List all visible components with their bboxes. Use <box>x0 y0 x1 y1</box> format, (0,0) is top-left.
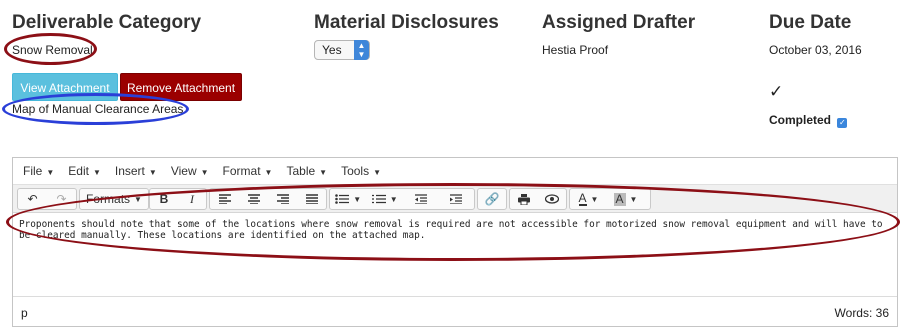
preview-eye-icon[interactable] <box>538 189 566 209</box>
text-color-icon[interactable]: A ▼ <box>570 189 607 209</box>
completed-row: Completed ✓ <box>769 113 848 128</box>
chevron-down-icon: ▼ <box>373 168 382 177</box>
link-icon[interactable]: 🔗 <box>478 189 506 209</box>
remove-attachment-button[interactable]: Remove Attachment <box>120 73 242 101</box>
indent-icon[interactable] <box>439 189 475 209</box>
completed-checkbox[interactable]: ✓ <box>837 118 848 128</box>
alignment-group <box>209 188 327 210</box>
chevron-down-icon: ▼ <box>264 168 273 177</box>
align-left-icon[interactable] <box>210 189 239 209</box>
chevron-down-icon: ▼ <box>148 168 157 177</box>
select-arrows-icon: ▲ ▼ <box>354 40 369 60</box>
history-group: ↶ ↷ <box>17 188 77 210</box>
attachment-name[interactable]: Map of Manual Clearance Areas <box>12 102 183 116</box>
print-icon[interactable] <box>510 189 538 209</box>
editor-toolbar: ↶ ↷ Formats ▼ B I ▼ ▼ 🔗 A ▼ A ▼ <box>13 185 897 213</box>
material-disclosures-selected: Yes <box>322 43 342 57</box>
due-date-heading: Due Date <box>769 12 852 33</box>
background-color-icon[interactable]: A ▼ <box>607 189 644 209</box>
menu-table[interactable]: Table ▼ <box>286 164 327 178</box>
menu-edit[interactable]: Edit ▼ <box>68 164 101 178</box>
menu-view[interactable]: View ▼ <box>171 164 209 178</box>
menu-insert[interactable]: Insert ▼ <box>115 164 157 178</box>
due-date-value: October 03, 2016 <box>769 43 862 57</box>
menu-file[interactable]: File ▼ <box>23 164 54 178</box>
undo-icon[interactable]: ↶ <box>18 189 47 209</box>
checkmark-icon: ✓ <box>769 82 784 101</box>
align-right-icon[interactable] <box>268 189 297 209</box>
editor-menubar: File ▼ Edit ▼ Insert ▼ View ▼ Format ▼ Table ▼… <box>13 158 897 185</box>
word-count: Words: 36 <box>834 306 889 320</box>
deliverable-category-heading: Deliverable Category <box>12 12 202 33</box>
material-disclosures-select[interactable]: Yes ▲ ▼ <box>314 40 370 60</box>
align-center-icon[interactable] <box>239 189 268 209</box>
italic-icon[interactable]: I <box>178 189 206 209</box>
chevron-down-icon: ▼ <box>46 168 55 177</box>
element-path[interactable]: p <box>21 306 28 320</box>
text-style-group: B I <box>149 188 207 210</box>
chevron-down-icon: ▼ <box>92 168 101 177</box>
chevron-down-icon: ▼ <box>319 168 328 177</box>
link-group: 🔗 <box>477 188 507 210</box>
editor-content[interactable]: Proponents should note that some of the … <box>13 213 897 293</box>
numbered-list-icon[interactable]: ▼ <box>367 189 404 209</box>
outdent-icon[interactable] <box>403 189 439 209</box>
chevron-down-icon: ▼ <box>134 194 142 204</box>
print-preview-group <box>509 188 567 210</box>
bullet-list-icon[interactable]: ▼ <box>330 189 367 209</box>
deliverable-category-value: Snow Removal <box>12 43 93 57</box>
align-justify-icon[interactable] <box>297 189 326 209</box>
redo-icon[interactable]: ↷ <box>47 189 76 209</box>
chevron-down-icon: ▼ <box>200 168 209 177</box>
list-indent-group: ▼ ▼ <box>329 188 475 210</box>
rich-text-editor: File ▼ Edit ▼ Insert ▼ View ▼ Format ▼ Table ▼… <box>12 157 898 327</box>
formats-dropdown[interactable]: Formats ▼ <box>79 188 149 210</box>
color-group: A ▼ A ▼ <box>569 188 651 210</box>
editor-statusbar: p Words: 36 <box>13 296 897 326</box>
menu-tools[interactable]: Tools ▼ <box>341 164 381 178</box>
assigned-drafter-heading: Assigned Drafter <box>542 12 696 33</box>
menu-format[interactable]: Format ▼ <box>223 164 273 178</box>
bold-icon[interactable]: B <box>150 189 178 209</box>
assigned-drafter-value: Hestia Proof <box>542 43 609 57</box>
view-attachment-button[interactable]: View Attachment <box>12 73 118 101</box>
formats-label: Formats <box>86 192 131 206</box>
completed-label: Completed <box>769 113 832 127</box>
material-disclosures-heading: Material Disclosures <box>314 12 499 33</box>
